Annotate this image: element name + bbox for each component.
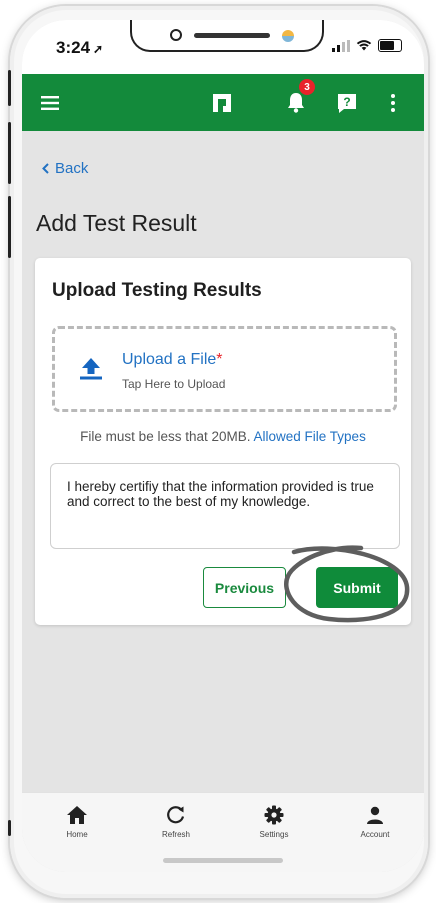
notification-badge: 3 — [299, 79, 315, 95]
phone-notch — [130, 20, 324, 52]
tab-label-refresh: Refresh — [161, 830, 190, 839]
file-size-text: File must be less that 20MB. — [80, 429, 251, 444]
upload-icon — [80, 358, 102, 380]
camera-icon — [170, 29, 182, 41]
phone-screen: 3:24 ➚ 3 ? Back Add Test Result Upload T… — [22, 20, 424, 872]
tab-account[interactable]: Account — [335, 803, 415, 839]
battery-icon — [378, 39, 402, 52]
power-button — [8, 820, 11, 836]
upload-hint: Tap Here to Upload — [122, 377, 226, 391]
tab-label-home: Home — [66, 830, 88, 839]
wifi-icon — [356, 39, 372, 52]
tab-label-settings: Settings — [259, 830, 289, 839]
home-icon — [37, 803, 117, 827]
help-icon[interactable]: ? — [330, 74, 364, 131]
file-upload-dropzone[interactable]: Upload a File* Tap Here to Upload — [52, 326, 397, 412]
back-link[interactable]: Back — [42, 160, 88, 177]
chevron-left-icon — [42, 163, 49, 174]
mute-switch — [8, 70, 11, 106]
allowed-file-types-link[interactable]: Allowed File Types — [254, 429, 366, 444]
sensor-dot — [282, 30, 294, 42]
bell-icon — [288, 92, 304, 113]
signal-icon — [332, 39, 350, 52]
menu-icon[interactable] — [34, 74, 66, 131]
volume-up-button — [8, 122, 11, 184]
user-icon — [335, 803, 415, 827]
notifications-button[interactable]: 3 — [278, 74, 315, 131]
upload-file-label[interactable]: Upload a File* — [122, 351, 223, 369]
tab-home[interactable]: Home — [37, 803, 117, 839]
certification-statement: I hereby certifiy that the information p… — [50, 463, 400, 549]
file-size-note: File must be less that 20MB. Allowed Fil… — [35, 429, 411, 444]
gear-icon — [234, 803, 314, 827]
app-logo-icon[interactable] — [204, 74, 240, 131]
volume-down-button — [8, 196, 11, 258]
tab-settings[interactable]: Settings — [234, 803, 314, 839]
app-header: 3 ? — [22, 74, 424, 131]
location-arrow-icon: ➚ — [93, 42, 104, 56]
status-time: 3:24 ➚ — [56, 38, 104, 57]
previous-button[interactable]: Previous — [203, 567, 286, 608]
tab-label-account: Account — [360, 830, 390, 839]
status-indicators — [332, 39, 402, 52]
home-indicator[interactable] — [163, 858, 283, 863]
card-title: Upload Testing Results — [52, 280, 262, 301]
svg-text:?: ? — [343, 95, 350, 109]
upload-card: Upload Testing Results Upload a File* Ta… — [35, 258, 411, 625]
status-bar: 3:24 ➚ — [22, 20, 424, 74]
tab-refresh[interactable]: Refresh — [136, 803, 216, 839]
submit-button[interactable]: Submit — [316, 567, 398, 608]
required-marker: * — [216, 351, 223, 368]
page-title: Add Test Result — [36, 210, 197, 236]
more-options-icon[interactable] — [378, 74, 408, 131]
back-label: Back — [55, 160, 89, 177]
speaker-grille — [194, 33, 270, 38]
refresh-icon — [136, 803, 216, 827]
